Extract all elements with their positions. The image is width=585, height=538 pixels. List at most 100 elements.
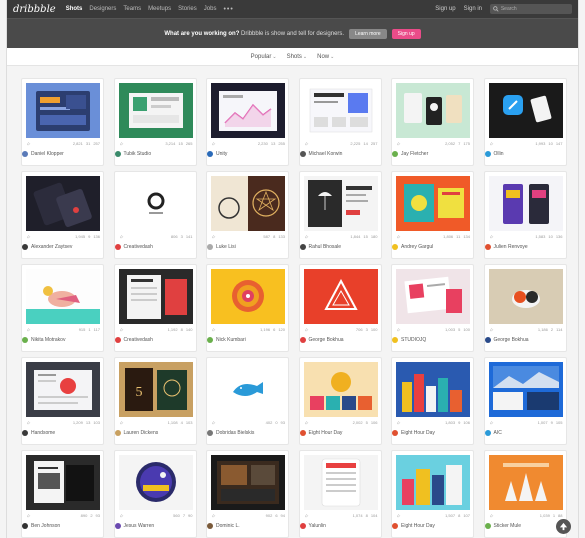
shot-thumbnail[interactable]	[396, 455, 470, 510]
author-name[interactable]: Sticker Mule	[494, 523, 522, 529]
avatar[interactable]	[207, 244, 213, 250]
shot-thumbnail[interactable]	[26, 176, 100, 231]
shot-thumbnail[interactable]	[211, 269, 285, 324]
avatar[interactable]	[299, 523, 306, 529]
shot-author[interactable]: Nick Kumbari	[207, 337, 246, 343]
filter-popular[interactable]: Popular⌄	[251, 54, 277, 60]
author-name[interactable]: George Bokhua	[494, 337, 529, 343]
avatar[interactable]	[22, 337, 28, 343]
avatar[interactable]	[484, 244, 491, 250]
shot-thumbnail[interactable]	[488, 176, 563, 231]
avatar[interactable]	[114, 430, 121, 436]
avatar[interactable]	[207, 523, 213, 529]
shot-card[interactable]: 1,003 5 100 STUDIOJQ	[391, 264, 474, 352]
shot-card[interactable]: 1,196 6 120 Nick Kumbari	[206, 264, 289, 352]
shot-card[interactable]: 1,039 1 88 Sticker Mule	[483, 450, 567, 538]
nav-jobs[interactable]: Jobs	[204, 6, 217, 12]
shot-author[interactable]: Tubik Studio	[114, 151, 151, 157]
author-name[interactable]: Julien Renvoye	[494, 244, 528, 250]
sign-up-link[interactable]: Sign up	[435, 6, 455, 12]
shot-thumbnail[interactable]	[303, 362, 378, 417]
nav-shots[interactable]: Shots	[66, 6, 83, 12]
avatar[interactable]	[114, 337, 121, 343]
shot-thumbnail[interactable]	[396, 362, 470, 417]
avatar[interactable]	[484, 430, 491, 436]
avatar[interactable]	[114, 151, 121, 157]
shot-card[interactable]: 2,225 14 257 Michael Korwin	[298, 78, 382, 166]
avatar[interactable]	[114, 523, 121, 529]
author-name[interactable]: Rahul Bhosale	[309, 244, 342, 250]
shot-card[interactable]: 3,214 15 265 Tubik Studio	[113, 78, 197, 166]
author-name[interactable]: Nikita Motrakov	[31, 337, 65, 343]
nav-stories[interactable]: Stories	[178, 6, 197, 12]
avatar[interactable]	[392, 523, 398, 529]
author-name[interactable]: Jesus Warren	[124, 523, 155, 529]
shot-card[interactable]: 1,806 11 134 Andrey Gargul	[391, 171, 474, 259]
shot-author[interactable]: Eight Hour Day	[392, 430, 435, 436]
shot-thumbnail[interactable]	[396, 83, 470, 138]
author-name[interactable]: Michael Korwin	[309, 151, 343, 157]
shot-thumbnail[interactable]	[488, 269, 563, 324]
author-name[interactable]: Handsome	[31, 430, 55, 436]
shot-thumbnail[interactable]	[488, 362, 563, 417]
shot-thumbnail[interactable]	[488, 83, 563, 138]
author-name[interactable]: Dominic L.	[216, 523, 240, 529]
shot-author[interactable]: Yalunlin	[299, 523, 326, 529]
shot-author[interactable]: Daniel Klopper	[22, 151, 64, 157]
shot-author[interactable]: Eight Hour Day	[392, 523, 435, 529]
author-name[interactable]: Creativedash	[124, 244, 153, 250]
shot-thumbnail[interactable]	[26, 269, 100, 324]
author-name[interactable]: Jay Fletcher	[401, 151, 428, 157]
shot-thumbnail[interactable]	[396, 269, 470, 324]
shot-author[interactable]: Eight Hour Day	[299, 430, 342, 436]
shot-thumbnail[interactable]	[118, 83, 193, 138]
shot-author[interactable]: Michael Korwin	[299, 151, 343, 157]
avatar[interactable]	[22, 151, 28, 157]
author-name[interactable]: STUDIOJQ	[401, 337, 426, 343]
shot-thumbnail[interactable]	[396, 176, 470, 231]
shot-author[interactable]: Handsome	[22, 430, 55, 436]
shot-author[interactable]: Jesus Warren	[114, 523, 155, 529]
avatar[interactable]	[392, 430, 398, 436]
shot-author[interactable]: Andrey Gargul	[392, 244, 433, 250]
shot-thumbnail[interactable]	[26, 455, 100, 510]
nav-teams[interactable]: Teams	[123, 6, 141, 12]
shot-card[interactable]: 2,821 31 257 Daniel Klopper	[21, 78, 104, 166]
shot-thumbnail[interactable]	[211, 83, 285, 138]
shot-author[interactable]: Creativedash	[114, 244, 153, 250]
shot-card[interactable]: 402 0 93 Dobridas Bielskis	[206, 357, 289, 445]
shot-author[interactable]: George Bokhua	[484, 337, 529, 343]
author-name[interactable]: Daniel Klopper	[31, 151, 64, 157]
shot-card[interactable]: 1,583 10 136 Julien Renvoye	[483, 171, 567, 259]
avatar[interactable]	[299, 151, 306, 157]
shot-thumbnail[interactable]	[26, 362, 100, 417]
author-name[interactable]: Ben Johnson	[31, 523, 60, 529]
shot-author[interactable]: Julien Renvoye	[484, 244, 528, 250]
shot-author[interactable]: Unity	[207, 151, 227, 157]
shot-card[interactable]: 806 3 141 Creativedash	[113, 171, 197, 259]
shot-author[interactable]: Ollin	[484, 151, 504, 157]
avatar[interactable]	[207, 151, 213, 157]
author-name[interactable]: Lauren Dickens	[124, 430, 159, 436]
shot-card[interactable]: 1,993 10 147 Ollin	[483, 78, 567, 166]
author-name[interactable]: AIC	[494, 430, 502, 436]
shot-thumbnail[interactable]: 5	[118, 362, 193, 417]
shot-thumbnail[interactable]	[118, 269, 193, 324]
shot-card[interactable]: 1,074 8 104 Yalunlin	[298, 450, 382, 538]
avatar[interactable]	[207, 337, 213, 343]
shot-thumbnail[interactable]	[303, 83, 378, 138]
shot-card[interactable]: 902 6 94 Dominic L.	[206, 450, 289, 538]
shot-thumbnail[interactable]	[303, 176, 378, 231]
avatar[interactable]	[22, 430, 28, 436]
shot-card[interactable]: 1,844 15 180 Rahul Bhosale	[298, 171, 382, 259]
author-name[interactable]: Dobridas Bielskis	[216, 430, 254, 436]
author-name[interactable]: Eight Hour Day	[401, 430, 435, 436]
shot-card[interactable]: 1,192 8 140 Creativedash	[113, 264, 197, 352]
author-name[interactable]: Alexander Zaytsev	[31, 244, 72, 250]
nav-designers[interactable]: Designers	[89, 6, 116, 12]
avatar[interactable]	[484, 523, 491, 529]
author-name[interactable]: Creativedash	[124, 337, 153, 343]
shot-author[interactable]: Lauren Dickens	[114, 430, 159, 436]
shot-card[interactable]: 2,002 5 106 Eight Hour Day	[298, 357, 382, 445]
shot-card[interactable]: 890 2 93 Ben Johnson	[21, 450, 104, 538]
